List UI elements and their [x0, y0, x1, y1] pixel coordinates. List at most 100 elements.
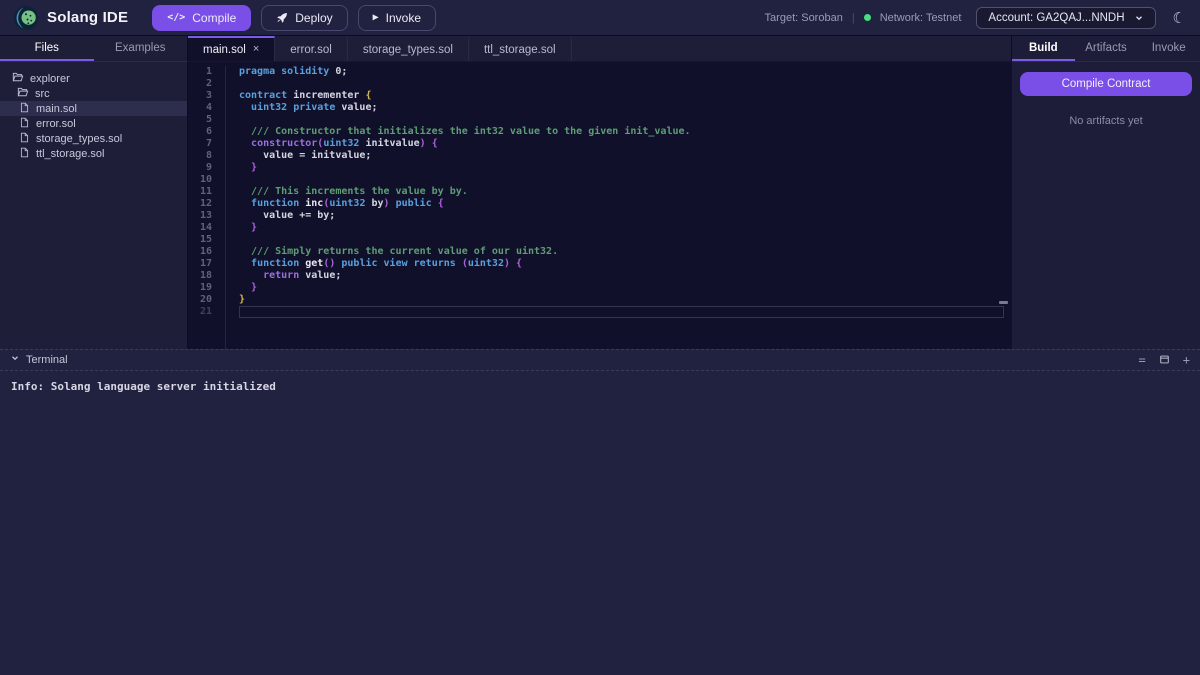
file-item-storage-types-sol[interactable]: storage_types.sol — [0, 131, 187, 146]
line-number: 5 — [188, 114, 212, 126]
code-token: uint32 private — [251, 102, 335, 113]
line-number: 12 — [188, 198, 212, 210]
file-icon — [19, 147, 30, 161]
invoke-button[interactable]: ▶ Invoke — [358, 5, 436, 31]
new-terminal-icon[interactable]: + — [1183, 354, 1190, 366]
code-line — [239, 114, 1004, 126]
code-line: contract incrementer { — [239, 90, 1004, 102]
code-editor[interactable]: 123456789101112131415161718192021 pragma… — [188, 62, 1012, 349]
code-token: uint32 — [323, 138, 359, 149]
tab-files[interactable]: Files — [0, 36, 94, 61]
top-bar: Solang IDE </> Compile Deploy ▶ Invoke — [0, 0, 1200, 36]
code-token: 0; — [329, 66, 347, 77]
panel-tab-build[interactable]: Build — [1012, 36, 1075, 61]
line-number: 18 — [188, 270, 212, 282]
code-token — [239, 282, 251, 293]
code-token: value += by; — [239, 210, 335, 221]
code-token: value = initvalue; — [239, 150, 371, 161]
code-token: get — [305, 258, 323, 269]
line-number: 13 — [188, 210, 212, 222]
code-token — [239, 138, 251, 149]
file-item-ttl-storage-sol[interactable]: ttl_storage.sol — [0, 146, 187, 161]
code-line: } — [239, 294, 1004, 306]
code-line: function inc(uint32 by) public { — [239, 198, 1004, 210]
editor-tab-ttl-storage-sol[interactable]: ttl_storage.sol — [469, 36, 572, 61]
editor-tab-label: storage_types.sol — [363, 44, 453, 56]
code-line — [239, 78, 1004, 90]
line-number: 14 — [188, 222, 212, 234]
account-select[interactable]: Account: GA2QAJ...NNDH — [976, 7, 1155, 29]
code-token: } — [239, 294, 245, 305]
code-token: contract — [239, 90, 287, 101]
code-token — [239, 198, 251, 209]
file-tree: explorer src main.solerror.solstorage_type… — [0, 71, 187, 161]
code-token: } — [251, 282, 257, 293]
compile-contract-button[interactable]: Compile Contract — [1020, 72, 1192, 96]
network-status-dot — [864, 14, 871, 21]
line-number: 2 — [188, 78, 212, 90]
code-line: } — [239, 222, 1004, 234]
close-icon[interactable]: × — [253, 44, 259, 55]
brand: Solang IDE — [14, 6, 128, 30]
code-token: value; — [299, 270, 341, 281]
app-title: Solang IDE — [47, 9, 128, 26]
panel-tab-artifacts[interactable]: Artifacts — [1075, 36, 1138, 61]
minimize-terminal-icon[interactable]: = — [1139, 354, 1146, 366]
network-label: Network: Testnet — [880, 12, 962, 24]
deploy-button[interactable]: Deploy — [261, 5, 347, 31]
folder-src[interactable]: src — [0, 86, 187, 101]
code-token: by — [365, 198, 383, 209]
tab-examples[interactable]: Examples — [94, 36, 188, 61]
header-status: Target: Soroban | Network: Testnet Accou… — [765, 7, 1186, 29]
code-line: uint32 private value; — [239, 102, 1004, 114]
build-panel: Compile Contract No artifacts yet — [1012, 62, 1200, 349]
rocket-icon — [276, 12, 288, 24]
code-token: () — [323, 258, 335, 269]
compile-button[interactable]: </> Compile — [152, 5, 251, 31]
folder-open-icon — [12, 71, 24, 86]
code-line: constructor(uint32 initvalue) { — [239, 138, 1004, 150]
file-item-error-sol[interactable]: error.sol — [0, 116, 187, 131]
folder-open-icon — [17, 86, 29, 101]
code-line: } — [239, 162, 1004, 174]
line-number: 6 — [188, 126, 212, 138]
chevron-down-icon — [1134, 13, 1144, 23]
build-panel-tabs: BuildArtifactsInvoke — [1012, 36, 1200, 62]
editor-tab-error-sol[interactable]: error.sol — [275, 36, 348, 61]
code-token: pragma solidity — [239, 66, 329, 77]
scrollbar-thumb[interactable] — [999, 301, 1008, 304]
chevron-down-icon[interactable] — [10, 353, 20, 366]
editor-tabs: main.sol×error.sol storage_types.sol ttl_s… — [188, 36, 1012, 62]
code-token: } — [251, 222, 257, 233]
code-token — [239, 162, 251, 173]
terminal-actions: = + — [1139, 354, 1190, 366]
code-token: { — [516, 258, 522, 269]
no-artifacts-text: No artifacts yet — [1020, 115, 1192, 127]
line-number: 3 — [188, 90, 212, 102]
line-number: 1 — [188, 66, 212, 78]
code-token: /// Constructor that initializes the int… — [239, 126, 691, 137]
dark-mode-toggle-icon[interactable]: ☾ — [1173, 9, 1186, 27]
explorer-root[interactable]: explorer — [0, 71, 187, 86]
editor-tab-storage-types-sol[interactable]: storage_types.sol — [348, 36, 469, 61]
file-item-main-sol[interactable]: main.sol — [0, 101, 187, 116]
tree-item-label: ttl_storage.sol — [36, 148, 104, 160]
terminal-body: Info: Solang language server initialized — [0, 371, 1200, 675]
line-number: 17 — [188, 258, 212, 270]
code-content[interactable]: pragma solidity 0; contract incrementer {… — [226, 66, 1004, 349]
sidebar-tabs: FilesExamples — [0, 36, 188, 62]
file-icon — [19, 102, 30, 116]
deploy-button-label: Deploy — [295, 11, 332, 25]
editor-tab-main-sol[interactable]: main.sol× — [188, 36, 275, 61]
panel-tab-invoke[interactable]: Invoke — [1137, 36, 1200, 61]
editor-area: 123456789101112131415161718192021 pragma… — [188, 62, 1012, 349]
code-token: /// Simply returns the current value of … — [239, 246, 558, 257]
tree-item-label: src — [35, 88, 50, 100]
tree-item-label: main.sol — [36, 103, 77, 115]
code-token: uint32 — [329, 198, 365, 209]
maximize-terminal-icon[interactable] — [1159, 354, 1170, 365]
code-token: public — [396, 198, 432, 209]
code-line: pragma solidity 0; — [239, 66, 1004, 78]
code-line — [239, 306, 1004, 318]
line-number: 21 — [188, 306, 212, 318]
